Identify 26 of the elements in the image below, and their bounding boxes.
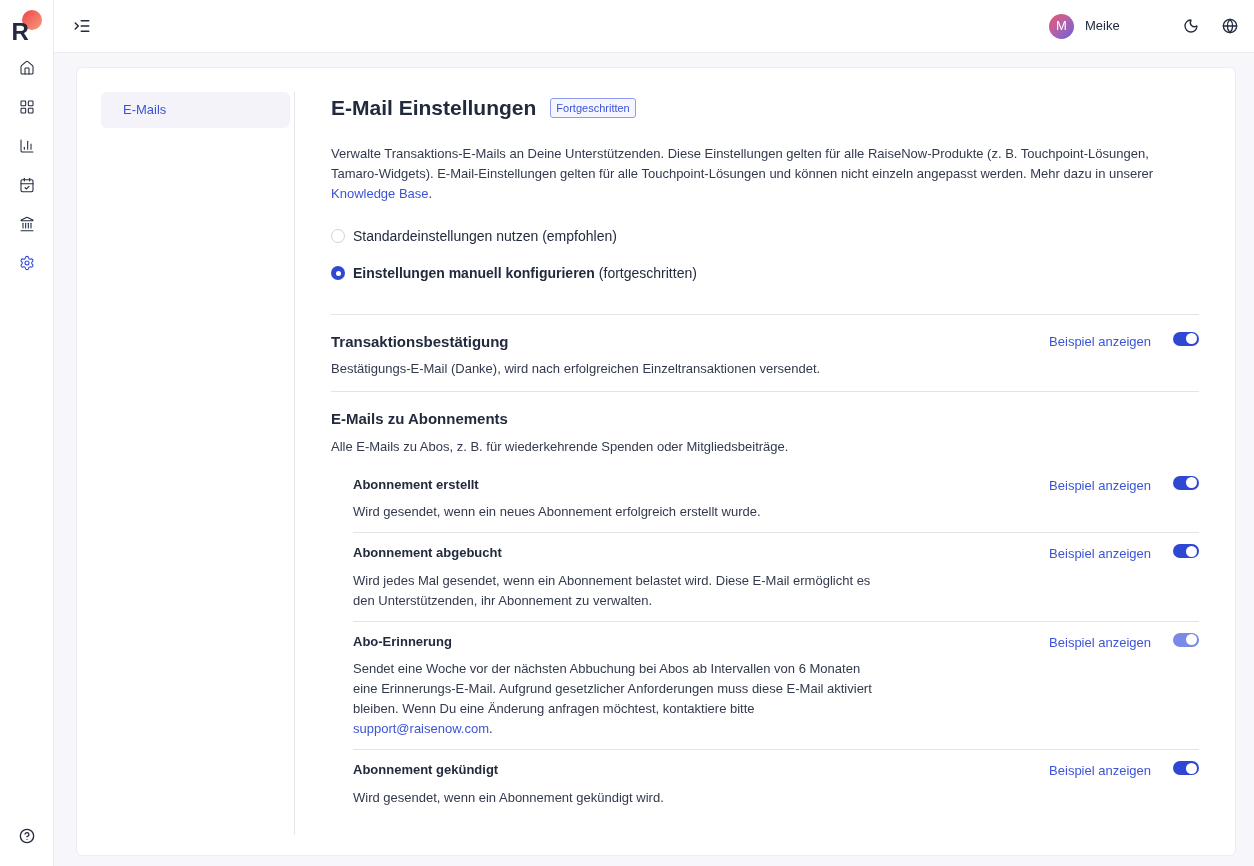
section-title: Transaktionsbestätigung [331,331,510,352]
knowledge-base-link[interactable]: Knowledge Base [331,185,429,201]
description-text: Alle E-Mails zu Abos, z. B. für wiederkehrende Spenden oder Mitgliedsbeiträge. [331,437,790,456]
description-text: Sendet eine Woche vor der nächsten Abbuchung bei Abos ab Intervallen von 6 Monaten eine Erinnerungs-E-Mail. Aufgrund gesetzlicher Anforderungen muss diese E-Mail aktiviert bleiben. Wenn Du eine Änderung anfragen möchtest, kontaktiere bitte support@raisenow.com. [353,660,873,738]
section-title: Abo-Erinnerung [353,632,453,651]
radio-label: Einstellungen manuell konfigurieren (fortgeschritten) [353,263,697,283]
description-text: Wird jedes Mal gesendet, wenn ein Abonnement belastet wird. Diese E-Mail ermöglicht es den Unterstützenden, ihr Abonnement zu verwalten. [353,571,872,610]
subnav-item[interactable]: E-Mails [101,92,290,128]
section-title: Abonnement abgebucht [353,544,503,562]
description-text: Wird gesendet, wenn ein Abonnement gekündigt wird. [353,788,664,807]
logo: R [11,10,42,40]
intro-text: Verwalte Transaktions-E-Mails an Deine Unterstützenden. Diese Einstellungen gelten für alle RaiseNow-Produkte (z. B. Touchpoint-Lösungen, Tamaro-Widgets). E-Mail-Einstellungen gelten für alle Touchpoint-Lösungen und können nicht einzeln angepasst werden. Mehr dazu in unserer Knowledge Base. [331,144,1155,203]
description-text: Bestätigungs-E-Mail (Danke), wird nach erfolgreichen Einzeltransaktionen versendet. [331,360,821,378]
avatar[interactable]: M [1049,13,1074,39]
description-text: Wird gesendet, wenn ein neues Abonnement erfolgreich erstellt wurde. [353,503,761,521]
example-link[interactable]: Beispiel anzeigen [1049,544,1151,564]
page-title: E-Mail Einstellungen [331,95,537,121]
radio-label: Standardeinstellungen nutzen (empfohlen) [353,226,617,246]
section-title: E-Mails zu Abonnements [331,409,509,429]
user-name: Meike [1085,17,1121,36]
example-link[interactable]: Beispiel anzeigen [1049,331,1151,351]
example-link[interactable]: Beispiel anzeigen [1049,761,1151,781]
section-title: Abonnement gekündigt [353,761,500,779]
section-title: Abonnement erstellt [353,475,480,494]
example-link[interactable]: Beispiel anzeigen [1049,475,1151,495]
advanced-badge: Fortgeschritten [550,97,636,118]
